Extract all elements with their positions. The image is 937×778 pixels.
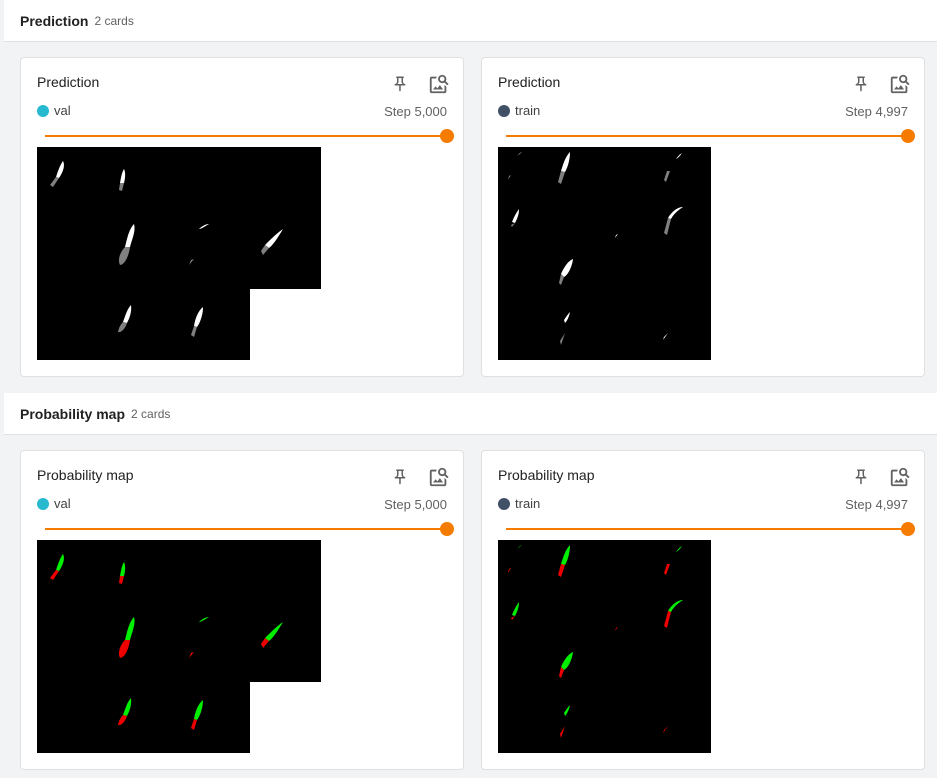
run-label: val [37,103,71,118]
image-search-icon [890,467,910,487]
run-name: train [515,496,541,511]
run-label: train [498,103,540,118]
run-label: val [37,496,71,511]
view-image-button[interactable] [427,465,451,489]
group-header-prediction[interactable]: Prediction 2 cards [4,0,937,42]
group-title: Prediction [20,12,89,29]
card-title: Prediction [498,74,561,90]
slider-track [45,135,447,137]
probability-map-image [498,540,711,753]
pin-icon [394,76,406,92]
card-title: Probability map [498,467,595,483]
pin-button[interactable] [388,72,412,96]
prediction-image [37,147,321,360]
step-slider[interactable] [45,129,454,143]
run-label: train [498,496,540,511]
image-display[interactable] [498,540,711,753]
group-card-count: 2 cards [131,406,171,421]
run-name: val [54,103,71,118]
image-display[interactable] [498,147,711,360]
step-slider[interactable] [45,522,454,536]
probability-map-image [37,540,321,753]
slider-track [506,135,908,137]
card-prediction-train: Prediction train Step 4,997 [481,57,925,377]
view-image-button[interactable] [888,72,912,96]
group-title: Probability map [20,405,126,422]
step-slider[interactable] [506,522,915,536]
card-title: Prediction [37,74,100,90]
run-color-dot [498,104,510,117]
view-image-button[interactable] [888,465,912,489]
step-slider[interactable] [506,129,915,143]
pin-button[interactable] [388,465,412,489]
card-probability-map-val: Probability map val Step 5,000 [20,450,464,770]
run-name: train [515,103,541,118]
slider-thumb[interactable] [440,522,454,536]
image-search-icon [429,467,449,487]
pin-icon [855,469,867,485]
step-label: Step 4,997 [845,104,908,119]
card-prediction-val: Prediction val Step 5,000 [20,57,464,377]
image-display[interactable] [37,147,321,360]
group-header-probability-map[interactable]: Probability map 2 cards [4,393,937,435]
slider-track [45,528,447,530]
card-probability-map-train: Probability map train Step 4,997 [481,450,925,770]
slider-track [506,528,908,530]
image-search-icon [429,74,449,94]
run-color-dot [498,497,510,510]
run-color-dot [37,497,49,510]
group-card-count: 2 cards [94,13,134,28]
prediction-image [498,147,711,360]
pin-icon [855,76,867,92]
pin-button[interactable] [849,465,873,489]
slider-thumb[interactable] [440,129,454,143]
image-display[interactable] [37,540,321,753]
run-color-dot [37,104,49,117]
view-image-button[interactable] [427,72,451,96]
pin-button[interactable] [849,72,873,96]
step-label: Step 4,997 [845,497,908,512]
run-name: val [54,496,71,511]
slider-thumb[interactable] [901,522,915,536]
step-label: Step 5,000 [384,497,447,512]
slider-thumb[interactable] [901,129,915,143]
step-label: Step 5,000 [384,104,447,119]
image-search-icon [890,74,910,94]
card-title: Probability map [37,467,134,483]
pin-icon [394,469,406,485]
